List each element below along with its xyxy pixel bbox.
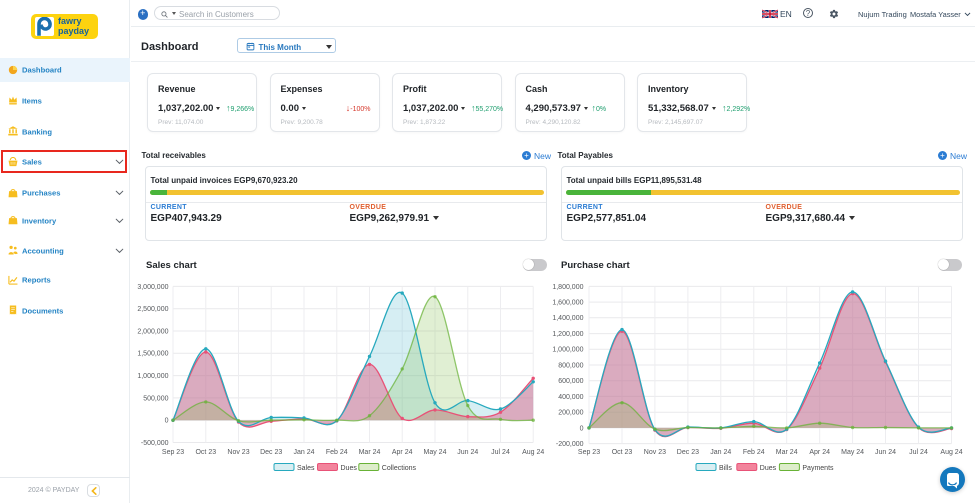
svg-text:Oct 23: Oct 23 <box>612 449 633 456</box>
svg-text:400,000: 400,000 <box>558 394 583 401</box>
svg-text:Nov 23: Nov 23 <box>644 449 666 456</box>
svg-text:1,600,000: 1,600,000 <box>552 300 583 307</box>
svg-text:Aug 24: Aug 24 <box>940 449 962 456</box>
svg-text:3,000,000: 3,000,000 <box>137 284 168 291</box>
svg-text:Nov 23: Nov 23 <box>227 449 249 456</box>
svg-text:2,000,000: 2,000,000 <box>137 328 168 335</box>
svg-text:1,800,000: 1,800,000 <box>552 284 583 291</box>
svg-text:1,400,000: 1,400,000 <box>552 315 583 322</box>
svg-text:Sep 23: Sep 23 <box>578 449 600 456</box>
svg-text:500,000: 500,000 <box>143 395 168 402</box>
svg-text:Feb 24: Feb 24 <box>743 449 765 456</box>
svg-text:Jul 24: Jul 24 <box>909 449 928 456</box>
svg-text:0: 0 <box>165 418 169 425</box>
svg-text:Dec 23: Dec 23 <box>677 449 699 456</box>
svg-text:Mar 24: Mar 24 <box>776 449 798 456</box>
svg-text:1,200,000: 1,200,000 <box>552 331 583 338</box>
svg-text:Collections: Collections <box>382 465 417 472</box>
svg-text:600,000: 600,000 <box>558 378 583 385</box>
svg-text:Dues: Dues <box>341 465 358 472</box>
svg-text:Jun 24: Jun 24 <box>457 449 478 456</box>
svg-text:Bills: Bills <box>719 465 732 472</box>
svg-text:Jan 24: Jan 24 <box>710 449 731 456</box>
svg-text:2,500,000: 2,500,000 <box>137 306 168 313</box>
svg-text:Apr 24: Apr 24 <box>392 449 413 456</box>
svg-text:-500,000: -500,000 <box>141 440 169 447</box>
svg-text:1,500,000: 1,500,000 <box>137 351 168 358</box>
svg-text:1,000,000: 1,000,000 <box>137 373 168 380</box>
svg-text:Jul 24: Jul 24 <box>491 449 510 456</box>
svg-text:800,000: 800,000 <box>558 362 583 369</box>
svg-text:1,000,000: 1,000,000 <box>552 347 583 354</box>
svg-text:May 24: May 24 <box>424 449 447 456</box>
svg-text:Oct 23: Oct 23 <box>195 449 216 456</box>
svg-text:Jan 24: Jan 24 <box>293 449 314 456</box>
svg-text:0: 0 <box>580 425 584 432</box>
svg-text:Aug 24: Aug 24 <box>522 449 544 456</box>
svg-text:Sep 23: Sep 23 <box>162 449 184 456</box>
svg-text:Feb 24: Feb 24 <box>326 449 348 456</box>
svg-text:Jun 24: Jun 24 <box>875 449 896 456</box>
svg-text:Payments: Payments <box>802 465 834 472</box>
svg-text:Mar 24: Mar 24 <box>359 449 381 456</box>
svg-text:-200,000: -200,000 <box>556 441 584 448</box>
svg-text:Apr 24: Apr 24 <box>809 449 830 456</box>
svg-text:May 24: May 24 <box>841 449 864 456</box>
svg-text:200,000: 200,000 <box>558 410 583 417</box>
svg-text:Dec 23: Dec 23 <box>260 449 282 456</box>
svg-text:Sales: Sales <box>297 465 315 472</box>
svg-text:Dues: Dues <box>760 465 777 472</box>
